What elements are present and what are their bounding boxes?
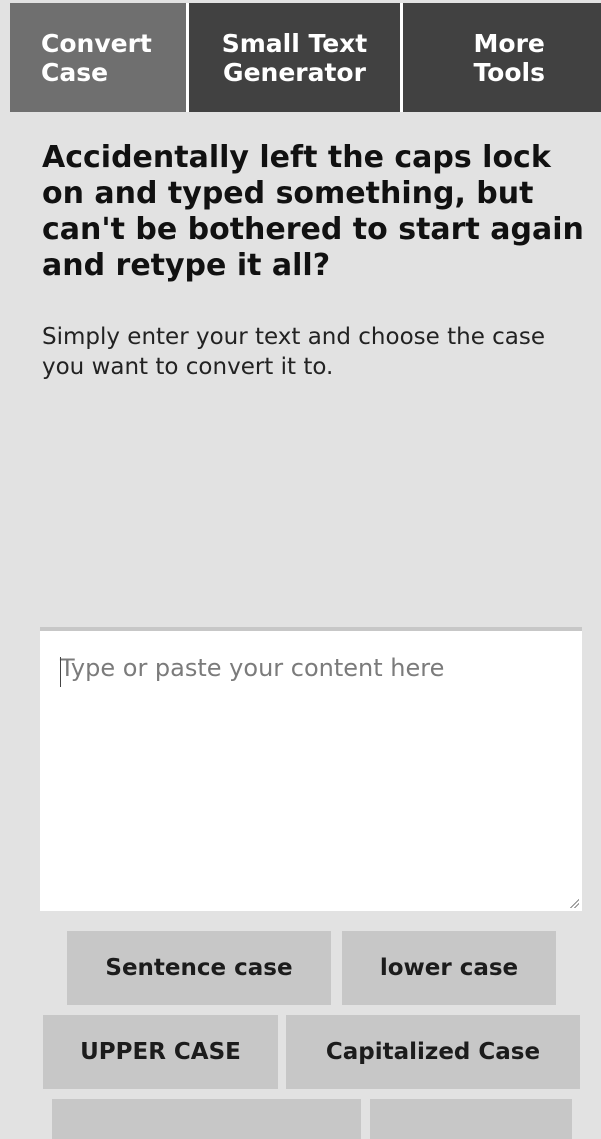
nav-more-tools[interactable]: More Tools: [403, 3, 601, 112]
upper-case-button[interactable]: UPPER CASE: [43, 1015, 278, 1089]
text-input[interactable]: [40, 631, 582, 911]
text-editor-container: [40, 627, 582, 911]
capitalized-case-button[interactable]: Capitalized Case: [286, 1015, 580, 1089]
lower-case-button[interactable]: lower case: [342, 931, 556, 1005]
nav-more-tools-label: More Tools: [473, 28, 545, 87]
top-navigation: Convert Case Small Text Generator More T…: [10, 3, 601, 112]
nav-convert-case-label: Convert Case: [41, 28, 152, 87]
resize-handle[interactable]: [569, 898, 579, 908]
text-cursor: [60, 657, 61, 687]
nav-small-text-generator-label: Small Text Generator: [221, 28, 368, 87]
case-button-partial[interactable]: [370, 1099, 572, 1139]
sentence-case-button[interactable]: Sentence case: [67, 931, 331, 1005]
case-button-partial[interactable]: [52, 1099, 361, 1139]
nav-convert-case[interactable]: Convert Case: [10, 3, 186, 112]
page-description: Simply enter your text and choose the ca…: [42, 324, 546, 380]
page-headline: Accidentally left the caps lock on and t…: [42, 140, 584, 283]
nav-small-text-generator[interactable]: Small Text Generator: [189, 3, 400, 112]
